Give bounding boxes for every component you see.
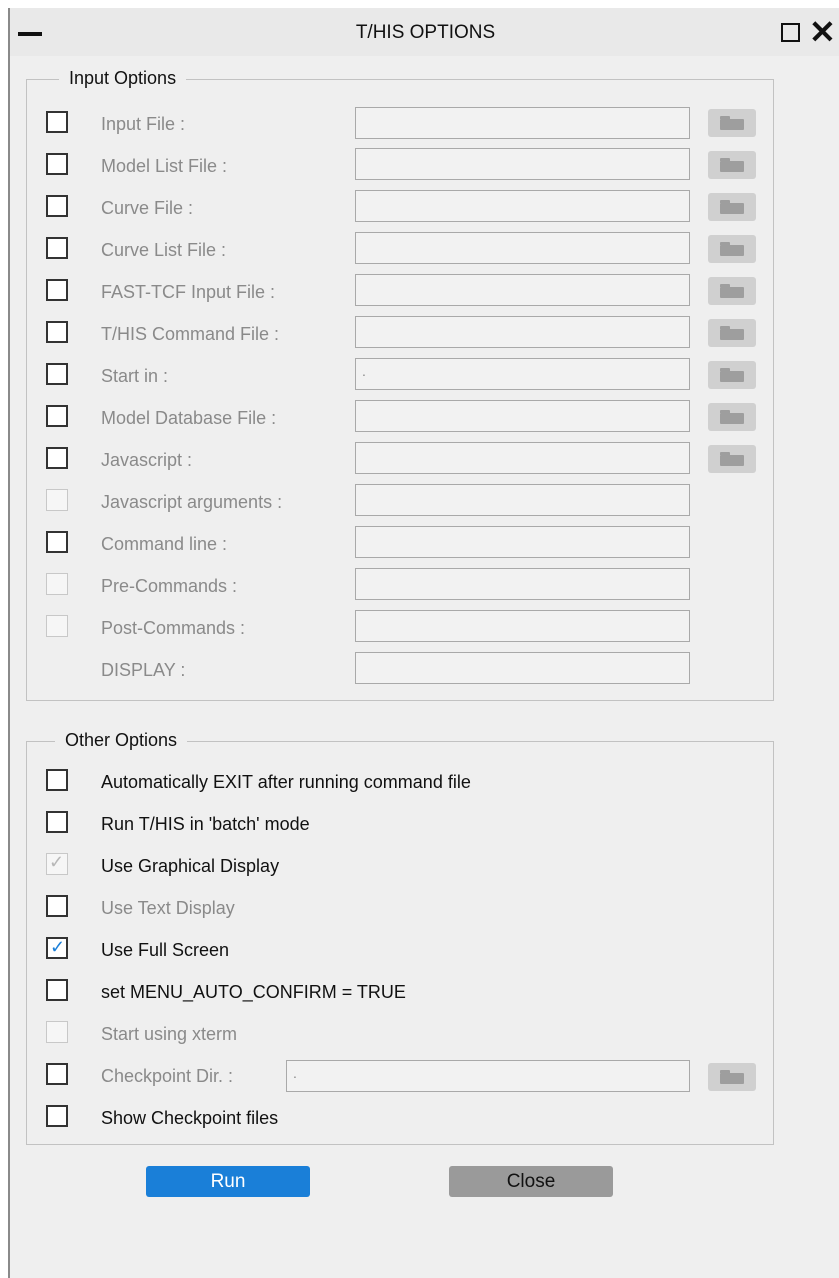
model-database-file-browse-button[interactable] — [708, 403, 756, 431]
checkpoint-dir-field[interactable]: . — [286, 1060, 690, 1092]
post-commands-label: Post-Commands : — [101, 618, 246, 638]
run-button[interactable]: Run — [146, 1166, 310, 1197]
model-database-file-label: Model Database File : — [101, 408, 277, 428]
fast-tcf-input-file-label: FAST-TCF Input File : — [101, 282, 276, 302]
graphical-display-label: Use Graphical Display — [101, 856, 280, 876]
javascript-checkbox[interactable] — [46, 447, 68, 469]
full-screen-label: Use Full Screen — [101, 940, 230, 960]
input-options-legend: Input Options — [59, 68, 187, 89]
javascript-arguments-label: Javascript arguments : — [101, 492, 283, 512]
input-file-browse-button[interactable] — [708, 109, 756, 137]
start-in-browse-button[interactable] — [708, 361, 756, 389]
model-database-file-field[interactable] — [355, 400, 690, 432]
model-list-file-checkbox[interactable] — [46, 153, 68, 175]
auto-exit-checkbox[interactable] — [46, 769, 68, 791]
fast-tcf-input-file-browse-button[interactable] — [708, 277, 756, 305]
xterm-checkbox — [46, 1021, 68, 1043]
curve-file-label: Curve File : — [101, 198, 194, 218]
batch-mode-label: Run T/HIS in 'batch' mode — [101, 814, 310, 834]
curve-list-file-browse-button[interactable] — [708, 235, 756, 263]
curve-file-browse-button[interactable] — [708, 193, 756, 221]
text-display-checkbox[interactable] — [46, 895, 68, 917]
command-line-label: Command line : — [101, 534, 228, 554]
curve-list-file-field[interactable] — [355, 232, 690, 264]
checkpoint-dir-browse-button[interactable] — [708, 1063, 756, 1091]
check-icon: ✓ — [49, 852, 65, 872]
input-file-label: Input File : — [101, 114, 186, 134]
model-database-file-checkbox[interactable] — [46, 405, 68, 427]
auto-exit-label: Automatically EXIT after running command… — [101, 772, 471, 792]
model-list-file-browse-button[interactable] — [708, 151, 756, 179]
title-bar: T/HIS OPTIONS ✕ — [10, 8, 839, 56]
text-display-label: Use Text Display — [101, 898, 235, 918]
javascript-field[interactable] — [355, 442, 690, 474]
model-list-file-field[interactable] — [355, 148, 690, 180]
window-title: T/HIS OPTIONS — [355, 22, 496, 43]
menu-auto-confirm-checkbox[interactable] — [46, 979, 68, 1001]
pre-commands-label: Pre-Commands : — [101, 576, 238, 596]
start-in-field[interactable]: . — [355, 358, 690, 390]
checkpoint-dir-label: Checkpoint Dir. : — [101, 1066, 234, 1086]
curve-file-checkbox[interactable] — [46, 195, 68, 217]
post-commands-field[interactable] — [355, 610, 690, 642]
fast-tcf-input-file-checkbox[interactable] — [46, 279, 68, 301]
post-commands-checkbox — [46, 615, 68, 637]
this-command-file-browse-button[interactable] — [708, 319, 756, 347]
input-file-field[interactable] — [355, 107, 690, 139]
start-in-label: Start in : — [101, 366, 169, 386]
pre-commands-field[interactable] — [355, 568, 690, 600]
batch-mode-checkbox[interactable] — [46, 811, 68, 833]
show-checkpoint-files-checkbox[interactable] — [46, 1105, 68, 1127]
this-command-file-field[interactable] — [355, 316, 690, 348]
show-checkpoint-files-label: Show Checkpoint files — [101, 1108, 279, 1128]
javascript-arguments-field[interactable] — [355, 484, 690, 516]
javascript-arguments-checkbox — [46, 489, 68, 511]
graphical-display-checkbox: ✓ — [46, 852, 68, 875]
menu-auto-confirm-label: set MENU_AUTO_CONFIRM = TRUE — [101, 982, 406, 1002]
javascript-browse-button[interactable] — [708, 445, 756, 473]
full-screen-checkbox[interactable]: ✓ — [46, 937, 68, 959]
fast-tcf-input-file-field[interactable] — [355, 274, 690, 306]
close-button[interactable]: Close — [449, 1166, 613, 1197]
input-file-checkbox[interactable] — [46, 111, 68, 133]
this-command-file-checkbox[interactable] — [46, 321, 68, 343]
command-line-checkbox[interactable] — [46, 531, 68, 553]
maximize-icon[interactable] — [781, 23, 800, 42]
check-icon: ✓ — [50, 937, 66, 957]
model-list-file-label: Model List File : — [101, 156, 228, 176]
xterm-label: Start using xterm — [101, 1024, 238, 1044]
start-in-checkbox[interactable] — [46, 363, 68, 385]
curve-list-file-checkbox[interactable] — [46, 237, 68, 259]
this-command-file-label: T/HIS Command File : — [101, 324, 280, 344]
curve-list-file-label: Curve List File : — [101, 240, 227, 260]
command-line-field[interactable] — [355, 526, 690, 558]
other-options-legend: Other Options — [55, 730, 188, 751]
curve-file-field[interactable] — [355, 190, 690, 222]
pre-commands-checkbox — [46, 573, 68, 595]
checkpoint-dir-checkbox[interactable] — [46, 1063, 68, 1085]
close-icon[interactable]: ✕ — [809, 16, 836, 48]
display-field[interactable] — [355, 652, 690, 684]
javascript-label: Javascript : — [101, 450, 193, 470]
display-label: DISPLAY : — [101, 660, 186, 680]
